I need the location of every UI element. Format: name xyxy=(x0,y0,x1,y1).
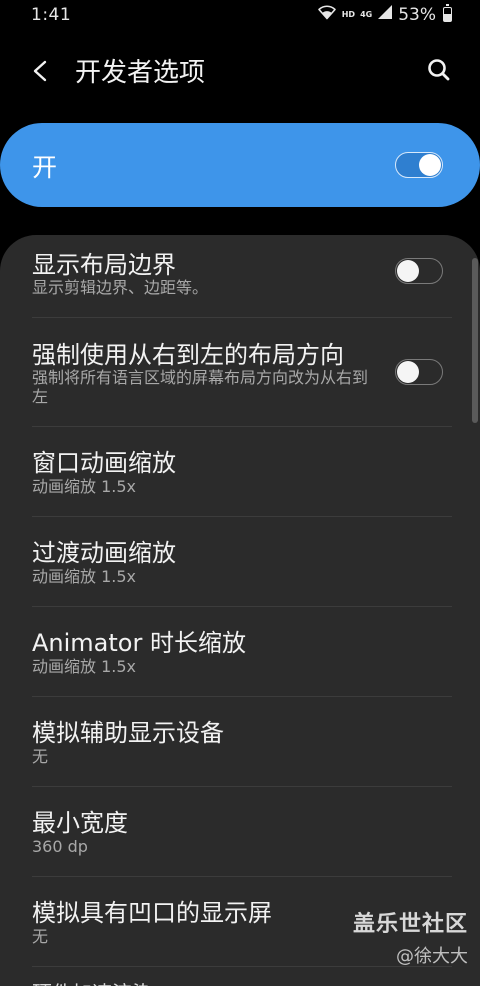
search-button[interactable] xyxy=(422,53,456,87)
setting-subtitle: 动画缩放 1.5x xyxy=(32,477,137,496)
force-rtl-toggle[interactable] xyxy=(395,359,443,385)
status-time: 1:41 xyxy=(31,5,72,25)
setting-smallest-width[interactable]: 最小宽度 360 dp xyxy=(0,787,480,876)
setting-subtitle: 无 xyxy=(32,747,49,766)
setting-title: 窗口动画缩放 xyxy=(32,449,176,477)
master-toggle[interactable] xyxy=(395,152,443,178)
battery-percent: 53% xyxy=(398,4,436,25)
master-switch-row[interactable]: 开 xyxy=(0,123,480,207)
4g-label: 4G xyxy=(360,9,373,19)
setting-title: 最小宽度 xyxy=(32,809,128,837)
hd-4g-indicator: HD xyxy=(341,9,356,19)
toggle-knob xyxy=(397,360,419,383)
watermark-brand: 盖乐世社区 xyxy=(352,912,468,937)
master-switch-label: 开 xyxy=(32,153,58,182)
setting-animator-duration-scale[interactable]: Animator 时长缩放 动画缩放 1.5x xyxy=(0,607,480,696)
setting-subtitle: 360 dp xyxy=(32,837,88,856)
setting-title: 强制使用从右到左的布局方向 xyxy=(32,341,344,369)
back-button[interactable] xyxy=(24,54,58,88)
page-title: 开发者选项 xyxy=(75,58,206,88)
setting-title: 模拟具有凹口的显示屏 xyxy=(32,899,272,927)
setting-title: 显示布局边界 xyxy=(32,251,176,279)
settings-list: 显示布局边界 显示剪辑边界、边距等。 强制使用从右到左的布局方向 强制将所有语言… xyxy=(0,235,480,986)
signal-icon xyxy=(377,4,393,25)
setting-title: 过渡动画缩放 xyxy=(32,539,176,567)
setting-window-animation-scale[interactable]: 窗口动画缩放 动画缩放 1.5x xyxy=(0,427,480,516)
setting-subtitle: 动画缩放 1.5x xyxy=(32,567,137,586)
wifi-icon xyxy=(317,4,337,25)
search-icon xyxy=(428,59,450,81)
status-bar: 1:41 HD 4G 53% xyxy=(0,0,480,32)
setting-subtitle: 无 xyxy=(32,927,49,946)
setting-transition-animation-scale[interactable]: 过渡动画缩放 动画缩放 1.5x xyxy=(0,517,480,606)
battery-icon xyxy=(443,4,452,22)
show-layout-bounds-toggle[interactable] xyxy=(395,258,443,284)
setting-title: 模拟辅助显示设备 xyxy=(32,719,224,747)
toggle-knob xyxy=(397,259,419,282)
toggle-knob xyxy=(419,153,441,176)
developer-options-screen: 1:41 HD 4G 53% 开发者选项 开 显示布局边界 显示剪辑边界、边距等… xyxy=(0,0,480,986)
back-arrow-icon xyxy=(33,60,47,82)
setting-subtitle: 强制将所有语言区域的屏幕布局方向改为从右到左 xyxy=(32,368,369,406)
setting-show-layout-bounds[interactable]: 显示布局边界 显示剪辑边界、边距等。 xyxy=(0,235,480,317)
setting-subtitle: 动画缩放 1.5x xyxy=(32,657,137,676)
setting-title: Animator 时长缩放 xyxy=(32,629,246,657)
watermark-author: @徐大大 xyxy=(396,946,468,967)
setting-force-rtl[interactable]: 强制使用从右到左的布局方向 强制将所有语言区域的屏幕布局方向改为从右到左 xyxy=(0,318,480,426)
hd-label: HD xyxy=(341,9,356,19)
scrollbar[interactable] xyxy=(472,258,478,423)
setting-subtitle: 显示剪辑边界、边距等。 xyxy=(32,278,209,297)
setting-hardware-accelerated-rendering[interactable]: 硬件加速渲染 xyxy=(0,967,480,986)
setting-simulate-secondary-display[interactable]: 模拟辅助显示设备 无 xyxy=(0,697,480,786)
network-4g: 4G xyxy=(360,9,373,19)
app-bar: 开发者选项 xyxy=(0,40,480,100)
status-icons: HD 4G 53% xyxy=(317,4,452,25)
setting-title: 硬件加速渲染 xyxy=(32,977,152,986)
